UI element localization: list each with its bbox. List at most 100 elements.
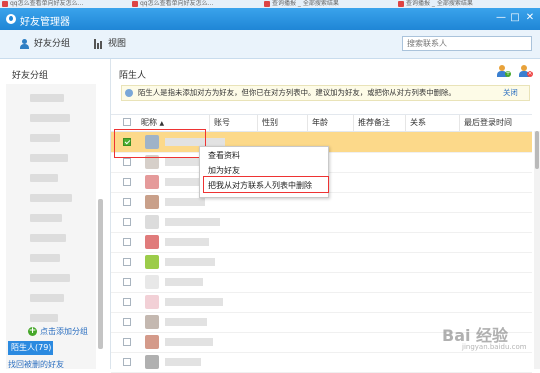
plus-icon: + [28, 326, 37, 336]
remove-contact-icon[interactable]: × [519, 65, 533, 77]
browser-tab-label: qq怎么查看单向好友怎么... [140, 0, 214, 7]
row-checkbox[interactable] [123, 318, 131, 326]
blurred-nickname [165, 258, 215, 266]
info-text: 陌生人是指未添加对方为好友，但你已在对方列表中。建议加为好友，或把你从对方列表中… [138, 88, 456, 97]
row-checkbox[interactable] [123, 338, 131, 346]
browser-tab-label: 查询播报 _ 全部搜索结果 [406, 0, 473, 7]
blurred-nickname [165, 298, 223, 306]
blurred-nickname [165, 278, 203, 286]
column-header-remark[interactable]: 推荐备注 [353, 115, 405, 131]
avatar [145, 275, 159, 289]
info-close-link[interactable]: 关闭 [503, 86, 518, 100]
avatar [145, 235, 159, 249]
group-item[interactable] [30, 154, 68, 162]
browser-tab[interactable]: 查询播报 _ 全部搜索结果 [262, 0, 403, 8]
table-row[interactable] [111, 212, 532, 233]
browser-tab[interactable]: qq怎么查看单向好友怎么... [130, 0, 269, 8]
search-input[interactable] [402, 36, 532, 51]
table-scroll-thumb[interactable] [535, 131, 539, 169]
browser-tab-strip: qq怎么查看单向好友怎么... qq怎么查看单向好友怎么... 查询播报 _ 全… [0, 0, 540, 8]
avatar [145, 255, 159, 269]
add-contact-icon[interactable]: + [497, 65, 511, 77]
row-checkbox[interactable] [123, 158, 131, 166]
column-header-age[interactable]: 年龄 [307, 115, 353, 131]
add-group-button[interactable]: + 点击添加分组 [28, 326, 88, 337]
info-icon [125, 89, 133, 97]
table-row[interactable] [111, 352, 532, 373]
page-icon [2, 1, 8, 7]
watermark-url: jingyan.baidu.com [462, 343, 527, 351]
group-item[interactable] [30, 294, 64, 302]
blurred-nickname [165, 238, 209, 246]
menu-item-add-friend[interactable]: 加为好友 [208, 165, 240, 176]
browser-tab[interactable]: qq怎么查看单向好友怎么... [0, 0, 139, 8]
people-icon [20, 39, 30, 49]
table-row[interactable] [111, 272, 532, 293]
row-checkbox[interactable] [123, 238, 131, 246]
group-item[interactable] [30, 114, 70, 122]
group-item[interactable] [30, 94, 64, 102]
group-item[interactable] [30, 134, 60, 142]
blurred-nickname [165, 358, 201, 366]
row-checkbox[interactable] [123, 278, 131, 286]
column-header-relation[interactable]: 关系 [405, 115, 459, 131]
view-button[interactable]: 视图 [94, 37, 126, 51]
avatar [145, 175, 159, 189]
browser-tab[interactable]: 查询播报 _ 全部搜索结果 [396, 0, 540, 8]
sort-arrow-icon: ▲ [159, 120, 165, 127]
add-group-label: 点击添加分组 [40, 327, 88, 336]
row-checkbox[interactable] [123, 198, 131, 206]
close-button[interactable]: ✕ [523, 12, 537, 24]
sidebar-title: 好友分组 [12, 71, 49, 81]
highlight-box-row [114, 129, 206, 158]
friend-groups-label: 好友分组 [34, 39, 71, 49]
maximize-button[interactable]: □ [508, 12, 522, 24]
group-item[interactable] [30, 254, 60, 262]
page-icon [398, 1, 404, 7]
row-checkbox[interactable] [123, 218, 131, 226]
minimize-button[interactable]: — [494, 12, 508, 24]
panel-title: 陌生人 [119, 71, 147, 81]
browser-tab-label: 查询播报 _ 全部搜索结果 [272, 0, 339, 7]
window-title: 好友管理器 [20, 17, 70, 28]
blurred-nickname [165, 318, 207, 326]
page-icon [264, 1, 270, 7]
friend-groups-button[interactable]: 好友分组 [20, 37, 70, 51]
avatar [145, 195, 159, 209]
stranger-group-item[interactable]: 陌生人(79) [8, 341, 53, 355]
column-label: 昵称 [141, 118, 157, 127]
avatar [145, 295, 159, 309]
column-header-gender[interactable]: 性别 [257, 115, 307, 131]
group-item[interactable] [30, 234, 66, 242]
info-bar: 陌生人是指未添加对方为好友，但你已在对方列表中。建议加为好友，或把你从对方列表中… [121, 85, 530, 101]
row-checkbox[interactable] [123, 298, 131, 306]
group-item[interactable] [30, 174, 58, 182]
window-title-bar: 好友管理器 — □ ✕ [0, 8, 540, 30]
highlight-box-menu [203, 176, 329, 193]
blurred-nickname [165, 338, 213, 346]
view-label: 视图 [108, 39, 127, 49]
row-checkbox[interactable] [123, 358, 131, 366]
group-item[interactable] [30, 214, 62, 222]
row-checkbox[interactable] [123, 178, 131, 186]
sidebar-scrollbar[interactable] [98, 199, 103, 349]
avatar [145, 315, 159, 329]
table-row[interactable] [111, 232, 532, 253]
view-icon [94, 39, 104, 49]
blurred-nickname [165, 198, 205, 206]
menu-item-view-profile[interactable]: 查看资料 [208, 150, 240, 161]
column-header-last-login[interactable]: 最后登录时间 [459, 115, 532, 131]
column-header-account[interactable]: 账号 [209, 115, 259, 131]
group-item[interactable] [30, 194, 72, 202]
row-checkbox[interactable] [123, 258, 131, 266]
group-sidebar: 好友分组 + 点击添加分组 陌生人(79) 找回被删的好友 [0, 59, 111, 369]
table-row[interactable] [111, 292, 532, 313]
find-deleted-friends-link[interactable]: 找回被删的好友 [8, 359, 64, 370]
page-icon [132, 1, 138, 7]
group-item[interactable] [30, 314, 58, 322]
qq-logo-icon [6, 14, 16, 24]
table-row[interactable] [111, 252, 532, 273]
avatar [145, 335, 159, 349]
group-item[interactable] [30, 274, 70, 282]
select-all-checkbox[interactable] [123, 118, 131, 126]
